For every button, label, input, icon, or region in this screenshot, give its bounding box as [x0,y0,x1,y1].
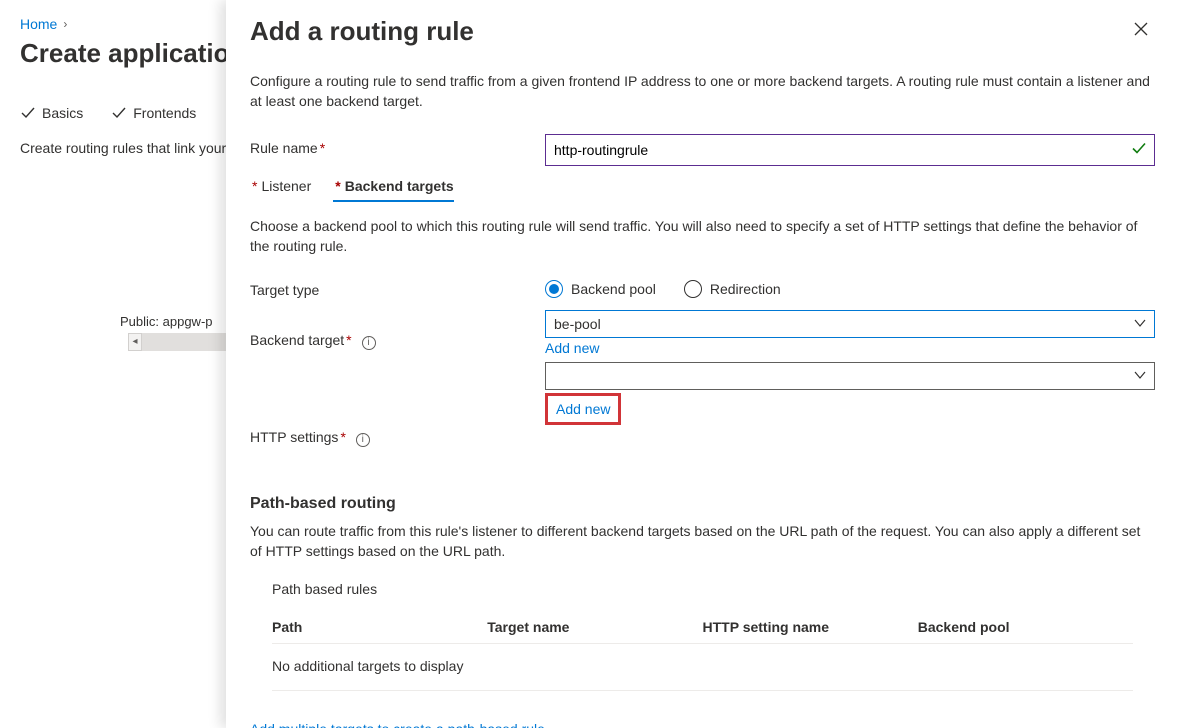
info-icon[interactable]: i [362,336,376,350]
panel-intro: Configure a routing rule to send traffic… [250,71,1155,112]
add-multiple-targets-link[interactable]: Add multiple targets to create a path-ba… [250,721,545,728]
table-header-row: Path Target name HTTP setting name Backe… [272,611,1133,644]
backend-section-description: Choose a backend pool to which this rout… [250,216,1155,257]
rule-name-input[interactable] [554,142,1124,158]
panel-title: Add a routing rule [250,16,474,47]
chevron-right-icon: › [63,17,67,31]
scroll-left-icon[interactable]: ◂ [128,333,142,351]
col-http: HTTP setting name [703,619,918,635]
horizontal-scrollbar[interactable]: ◂ [128,333,238,351]
table-empty-message: No additional targets to display [272,644,1133,691]
add-new-backend-link[interactable]: Add new [545,340,599,356]
valid-check-icon [1132,141,1146,158]
path-based-routing-desc: You can route traffic from this rule's l… [250,521,1155,562]
add-new-http-settings-link[interactable]: Add new [545,393,621,425]
wizard-step-label: Frontends [133,105,196,121]
tab-backend-targets[interactable]: *Backend targets [333,178,453,202]
chevron-down-icon [1134,316,1146,332]
check-icon [111,105,127,121]
radio-backend-pool[interactable]: Backend pool [545,280,656,298]
target-type-label: Target type [250,276,525,298]
wizard-step-basics[interactable]: Basics [20,105,83,121]
radio-redirection[interactable]: Redirection [684,280,781,298]
routing-rule-panel: Add a routing rule Configure a routing r… [226,0,1179,728]
close-button[interactable] [1127,16,1155,44]
backend-target-select[interactable]: be-pool [545,310,1155,338]
tab-bar: *Listener *Backend targets [250,178,1155,202]
path-rules-table: Path based rules Path Target name HTTP s… [250,581,1155,691]
chevron-down-icon [1134,368,1146,384]
rule-name-input-wrapper [545,134,1155,166]
path-based-routing-heading: Path-based routing [250,495,1155,513]
backend-target-label: Backend target* i [250,310,525,350]
breadcrumb-home[interactable]: Home [20,16,57,32]
close-icon [1134,20,1148,41]
select-value: be-pool [554,316,601,332]
radio-label: Backend pool [571,281,656,297]
wizard-step-label: Basics [42,105,83,121]
table-caption: Path based rules [272,581,1133,597]
col-path: Path [272,619,487,635]
col-target: Target name [487,619,702,635]
radio-label: Redirection [710,281,781,297]
check-icon [20,105,36,121]
tab-listener[interactable]: *Listener [250,178,311,202]
rule-name-label: Rule name* [250,134,525,156]
info-icon[interactable]: i [356,433,370,447]
wizard-step-frontends[interactable]: Frontends [111,105,196,121]
http-settings-select[interactable] [545,362,1155,390]
col-pool: Backend pool [918,619,1133,635]
